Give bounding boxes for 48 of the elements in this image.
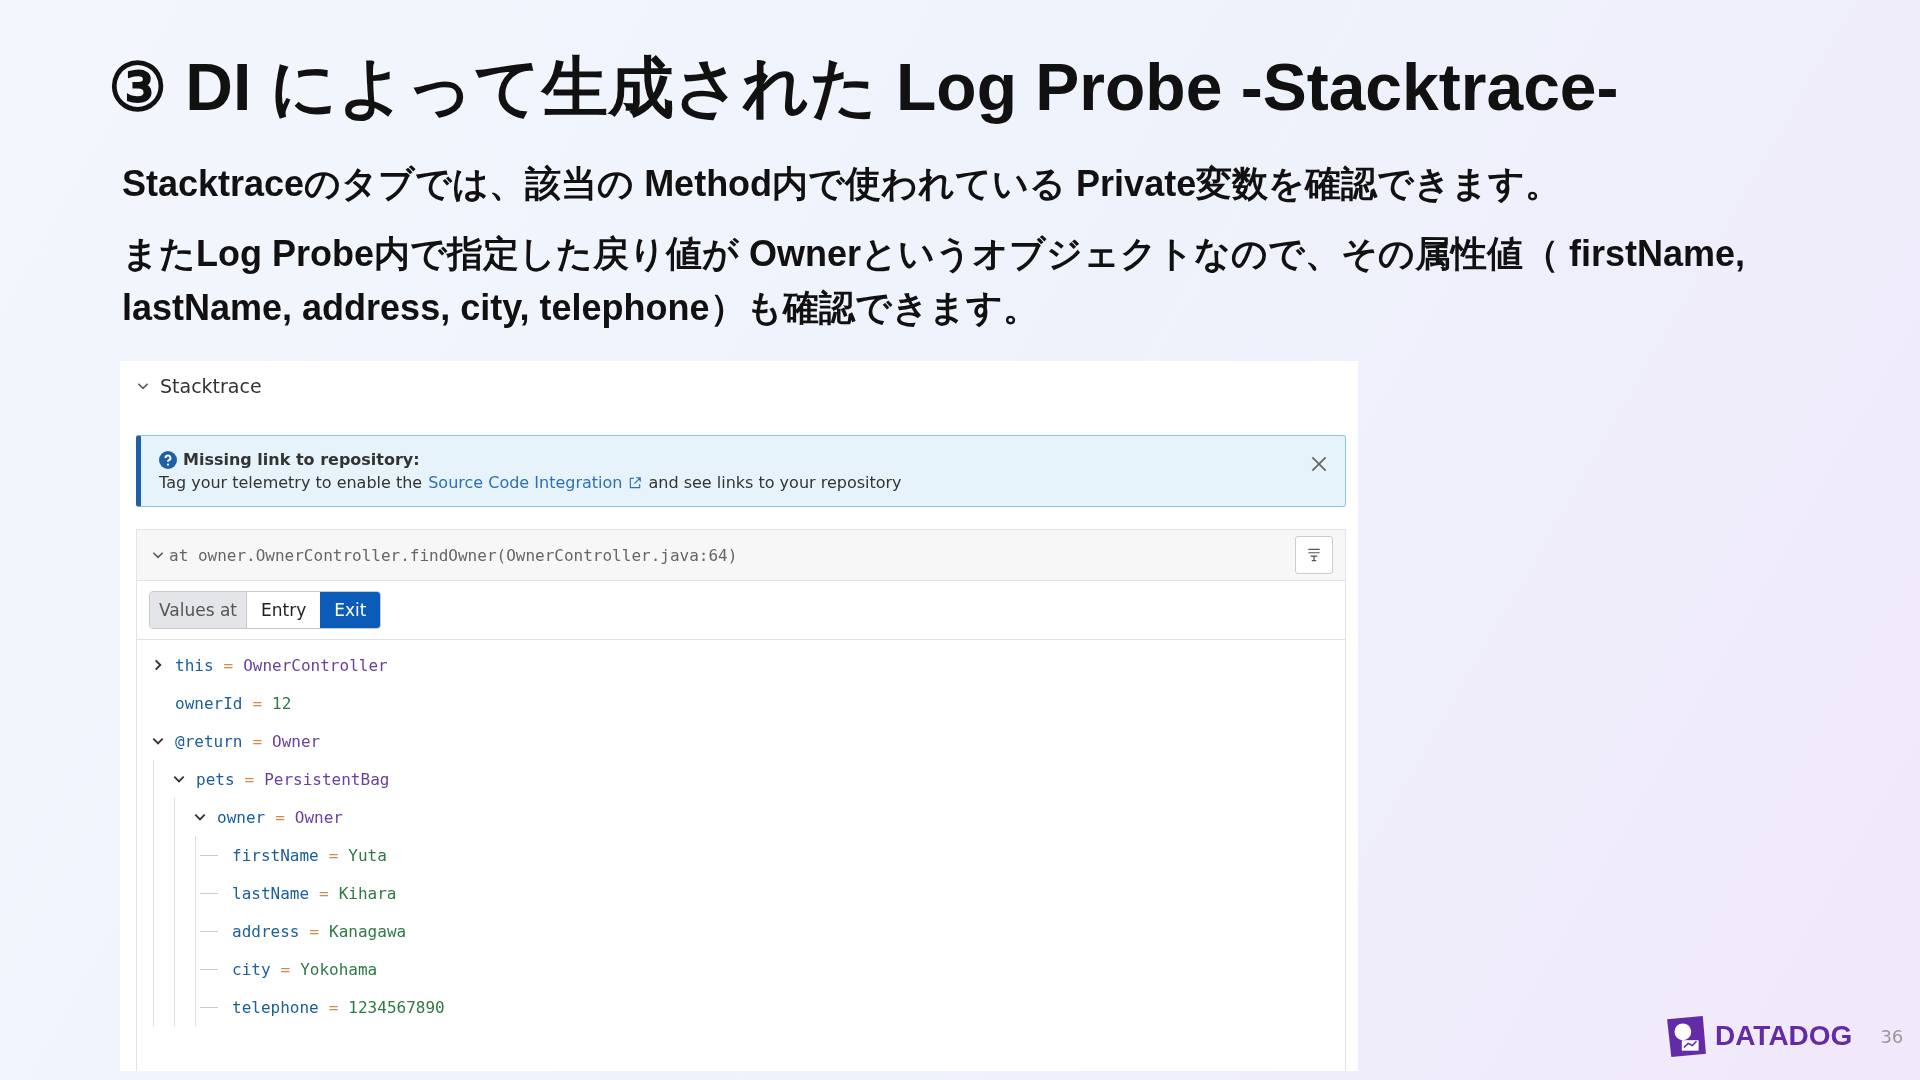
equals-sign: = (275, 807, 285, 827)
equals-sign: = (328, 845, 339, 865)
variable-name: city (232, 959, 271, 979)
variable-value: PersistentBag (264, 769, 390, 789)
equals-sign: = (319, 883, 329, 903)
equals-sign: = (223, 655, 234, 675)
dog-logo-icon (1665, 1015, 1707, 1057)
values-at-label: Values at (150, 592, 248, 629)
variable-name: ownerId (175, 693, 243, 713)
page-number: 36 (1880, 1025, 1904, 1047)
equals-sign: = (252, 731, 263, 751)
frame-signature: at owner.OwnerController.findOwner(OwnerController.java:64) (169, 545, 739, 565)
banner-heading: Missing link to repository: (183, 450, 420, 470)
variable-name: @return (175, 731, 243, 751)
variable-value: Kanagawa (329, 921, 407, 941)
variable-value: Owner (272, 731, 321, 751)
variable-value: 1234567890 (348, 997, 445, 1017)
variable-value: Yuta (348, 845, 387, 865)
banner-text: and see links to your repository (648, 473, 902, 493)
section-title: Stacktrace (160, 375, 262, 398)
variable-name: owner (217, 807, 266, 827)
variable-name: lastName (232, 883, 310, 903)
external-link-icon (628, 475, 643, 490)
variable-value: Owner (294, 807, 343, 827)
variable-name: this (175, 655, 214, 675)
help-icon (159, 450, 177, 469)
equals-sign: = (252, 693, 263, 713)
equals-sign: = (280, 959, 291, 979)
close-icon[interactable] (1311, 456, 1327, 473)
description-text: またLog Probe内で指定した戻り値が Ownerというオブジェクトなので、その属性値（ firstName, lastName, address, city, telephone）も確認できます。 (122, 232, 1747, 331)
equals-sign: = (328, 997, 339, 1017)
variable-value: Yokohama (300, 959, 378, 979)
source-code-link[interactable]: Source Code Integration (428, 473, 623, 493)
value-tab[interactable]: Exit (320, 592, 381, 629)
variable-value: Kihara (338, 883, 397, 903)
brand-name: DATADOG (1715, 1020, 1853, 1052)
description-text: Stacktraceのタブでは、該当の Method内で使われている Private変数を確認できます。 (122, 162, 1563, 207)
slide-title: ③ DI によって生成された Log Probe -Stacktrace- (108, 49, 1620, 126)
equals-sign: = (309, 921, 320, 941)
filter-button[interactable] (1295, 536, 1333, 575)
variable-name: pets (196, 769, 235, 789)
variable-value: OwnerController (243, 655, 388, 675)
variable-value: 12 (272, 693, 292, 713)
equals-sign: = (244, 769, 255, 789)
variable-name: telephone (232, 997, 319, 1017)
variable-name: address (232, 921, 300, 941)
variable-name: firstName (232, 845, 319, 865)
banner-text: Tag your telemetry to enable the (159, 473, 423, 493)
